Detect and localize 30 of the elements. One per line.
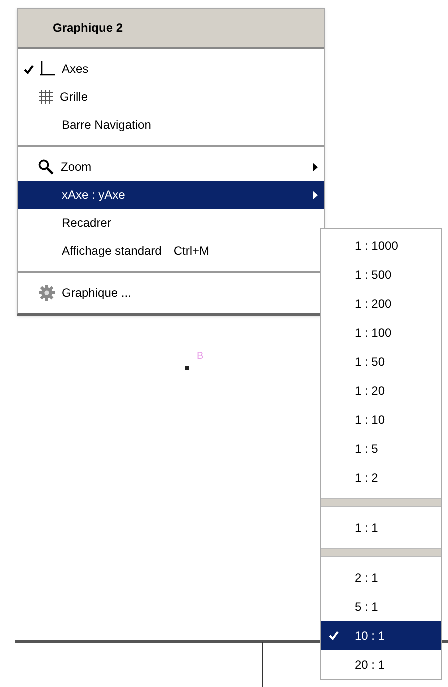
menu-item[interactable]: 1 : 500	[321, 260, 441, 289]
menu-item[interactable]: 1 : 1	[321, 513, 441, 542]
menu-item[interactable]: 1 : 200	[321, 289, 441, 318]
menu-title: Graphique 2	[18, 9, 324, 49]
submenu-arrow-icon	[313, 190, 318, 200]
menu-item[interactable]: 1 : 100	[321, 318, 441, 347]
grid-icon	[38, 89, 54, 105]
menu-item[interactable]: 1 : 2	[321, 463, 441, 492]
menu-item[interactable]: Zoom	[18, 153, 324, 181]
menu-item[interactable]: 1 : 5	[321, 434, 441, 463]
menu-item[interactable]: Axes	[18, 55, 324, 83]
menu-item[interactable]: 1 : 20	[321, 376, 441, 405]
menu-item[interactable]: 10 : 1	[321, 621, 441, 650]
menu-item[interactable]: 1 : 1000	[321, 231, 441, 260]
menu-item[interactable]: Barre Navigation	[18, 111, 324, 139]
menu-item[interactable]: 1 : 50	[321, 347, 441, 376]
menu-item[interactable]: xAxe : yAxe	[18, 181, 324, 209]
point-label: B	[197, 352, 204, 362]
menu-item[interactable]: 20 : 1	[321, 650, 441, 679]
menu-item[interactable]: Graphique ...	[18, 279, 324, 307]
point	[185, 366, 189, 370]
menu-item[interactable]: 2 : 1	[321, 563, 441, 592]
menu-item[interactable]: Recadrer	[18, 209, 324, 237]
axes-icon	[38, 60, 56, 78]
menu-item[interactable]: 1 : 10	[321, 405, 441, 434]
search-icon	[38, 158, 55, 176]
menu-item[interactable]: Grille	[18, 83, 324, 111]
menu-item[interactable]: Affichage standard Ctrl+M	[18, 237, 324, 265]
menu-item[interactable]: 5 : 1	[321, 592, 441, 621]
submenu-arrow-icon	[313, 162, 318, 172]
